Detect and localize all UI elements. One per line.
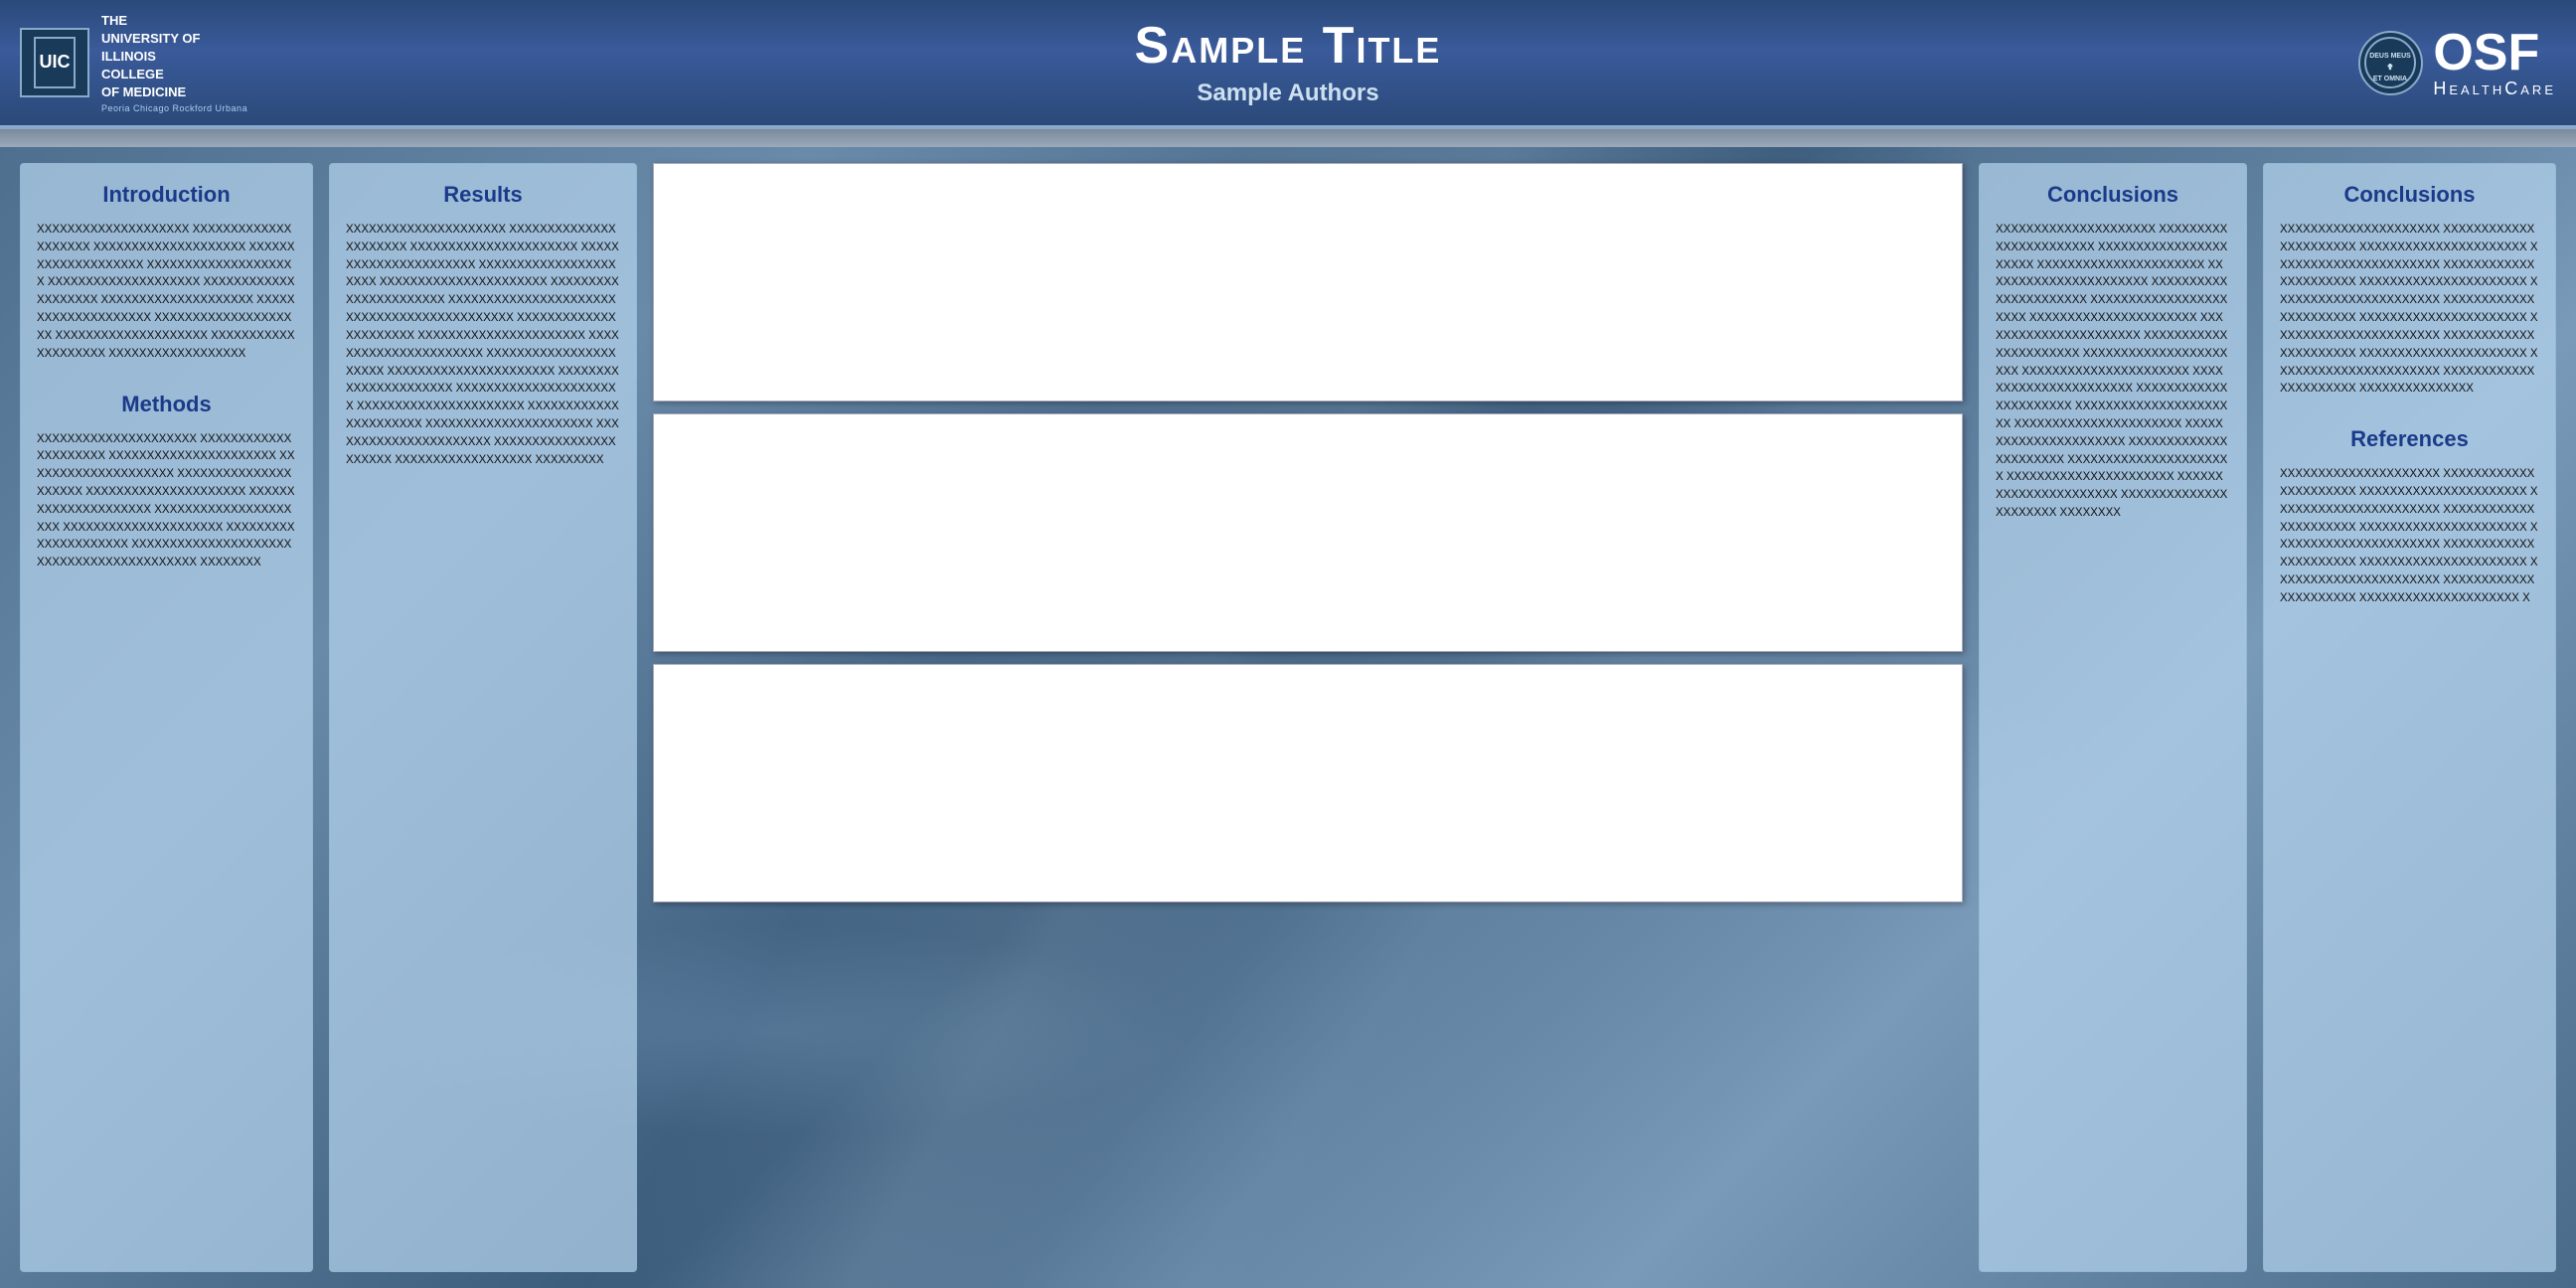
- panel-intro-methods: Introduction XXXXXXXXXXXXXXXXXXXX XXXXXX…: [20, 163, 313, 1272]
- header-separator: [0, 129, 2576, 147]
- methods-title: Methods: [37, 392, 296, 417]
- uic-logo: UIC The University of Illinois College o…: [20, 12, 298, 114]
- conclusions1-text: XXXXXXXXXXXXXXXXXXXXX XXXXXXXXXXXXXXXXXX…: [1996, 222, 2230, 523]
- image-column: [653, 163, 1963, 1272]
- uic-name-text: The University of Illinois College of Me…: [101, 12, 247, 102]
- panel-conclusions-refs: Conclusions XXXXXXXXXXXXXXXXXXXXX XXXXXX…: [2263, 163, 2556, 1272]
- results-text: XXXXXXXXXXXXXXXXXXXXX XXXXXXXXXXXXXXXXXX…: [346, 222, 620, 469]
- osf-text-block: OSF HealthCare: [2433, 27, 2556, 99]
- results-title: Results: [346, 182, 620, 208]
- poster-title: Sample Title: [298, 18, 2278, 75]
- image-box-2: [653, 413, 1963, 652]
- uic-sub-text: Peoria Chicago Rockford Urbana: [101, 103, 247, 113]
- osf-big-text: OSF: [2433, 27, 2556, 79]
- poster-authors: Sample Authors: [298, 80, 2278, 107]
- image-box-3: [653, 664, 1963, 902]
- svg-text:DEUS MEUS: DEUS MEUS: [2370, 53, 2412, 60]
- osf-logo: DEUS MEUS ✟ ET OMNIA OSF HealthCare: [2278, 27, 2556, 99]
- references-title: References: [2280, 426, 2539, 452]
- panel-conclusions-1: Conclusions XXXXXXXXXXXXXXXXXXXXX XXXXXX…: [1979, 163, 2247, 1272]
- introduction-text: XXXXXXXXXXXXXXXXXXXX XXXXXXXXXXXXXXXXXXX…: [37, 222, 296, 364]
- introduction-title: Introduction: [37, 182, 296, 208]
- header: UIC The University of Illinois College o…: [0, 0, 2576, 129]
- methods-text: XXXXXXXXXXXXXXXXXXXXX XXXXXXXXXXXXXXXXXX…: [37, 431, 296, 573]
- references-text: XXXXXXXXXXXXXXXXXXXXX XXXXXXXXXXXXXXXXXX…: [2280, 466, 2539, 608]
- svg-text:✟: ✟: [2387, 63, 2394, 72]
- image-box-1: [653, 163, 1963, 402]
- methods-section: Methods XXXXXXXXXXXXXXXXXXXXX XXXXXXXXXX…: [37, 392, 296, 573]
- references-section: References XXXXXXXXXXXXXXXXXXXXX XXXXXXX…: [2280, 426, 2539, 608]
- panel-results: Results XXXXXXXXXXXXXXXXXXXXX XXXXXXXXXX…: [329, 163, 637, 1272]
- conclusions2-title: Conclusions: [2280, 182, 2539, 208]
- uic-emblem-icon: UIC: [20, 28, 89, 97]
- header-center: Sample Title Sample Authors: [298, 18, 2278, 106]
- svg-text:ET OMNIA: ET OMNIA: [2373, 76, 2407, 82]
- osf-emblem-icon: DEUS MEUS ✟ ET OMNIA: [2358, 31, 2423, 95]
- svg-text:UIC: UIC: [40, 52, 71, 72]
- osf-sub-text: HealthCare: [2433, 79, 2556, 99]
- uic-text-block: The University of Illinois College of Me…: [101, 12, 247, 114]
- conclusions1-title: Conclusions: [1996, 182, 2230, 208]
- conclusions2-text: XXXXXXXXXXXXXXXXXXXXX XXXXXXXXXXXXXXXXXX…: [2280, 222, 2539, 399]
- main-content: Introduction XXXXXXXXXXXXXXXXXXXX XXXXXX…: [0, 147, 2576, 1288]
